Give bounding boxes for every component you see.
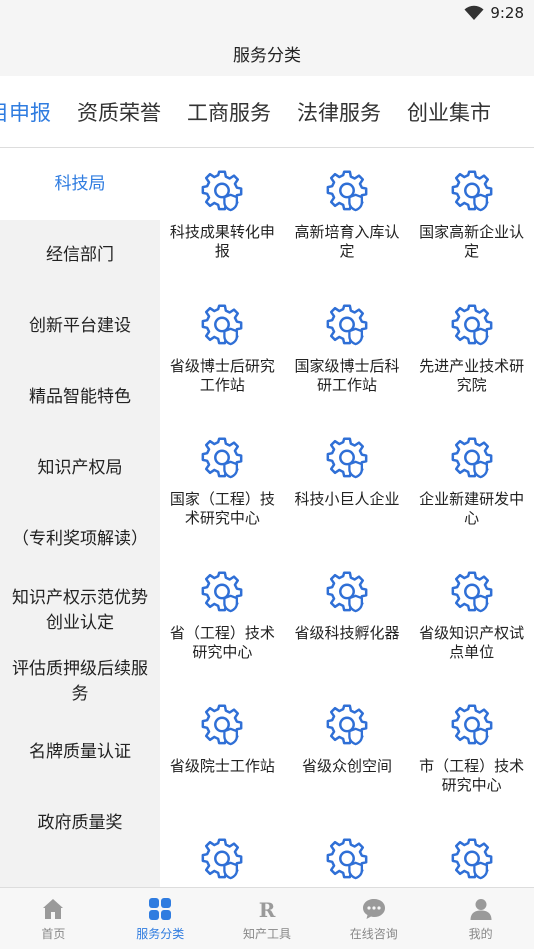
- sidebar-item-pledge-service[interactable]: 评估质押级后续服务: [0, 646, 160, 717]
- bottom-nav: 首页 服务分类 R 知产工具 在线咨询 我的: [0, 887, 534, 949]
- service-item[interactable]: 企业新建研发中心: [409, 430, 534, 564]
- service-item-label: 市（工程）技术研究中心: [419, 757, 525, 794]
- sidebar: 科技局 经信部门 创新平台建设 精品智能特色 知识产权局 （专利奖项解读） 知识…: [0, 149, 160, 887]
- gear-shield-icon: [201, 838, 243, 879]
- service-item[interactable]: 省级院士工作站: [160, 697, 285, 831]
- service-item[interactable]: [160, 831, 285, 888]
- gear-shield-icon: [451, 838, 493, 879]
- service-item[interactable]: 省级科技孵化器: [285, 564, 410, 698]
- gear-shield-icon: [201, 304, 243, 345]
- nav-service-category[interactable]: 服务分类: [107, 888, 214, 949]
- gear-shield-icon: [326, 838, 368, 879]
- gear-shield-icon: [451, 170, 493, 212]
- service-item-label: 科技小巨人企业: [294, 490, 400, 508]
- page-title: 服务分类: [233, 45, 301, 66]
- tab-legal[interactable]: 法律服务: [297, 97, 381, 127]
- gear-shield-icon: [326, 704, 368, 746]
- tab-qualification[interactable]: 资质荣誉: [77, 97, 161, 127]
- service-item-label: 省级院士工作站: [169, 757, 275, 775]
- content-area: 科技局 经信部门 创新平台建设 精品智能特色 知识产权局 （专利奖项解读） 知识…: [0, 149, 534, 887]
- service-item-label: 先进产业技术研究院: [419, 356, 525, 394]
- gear-shield-icon: [451, 571, 493, 612]
- nav-mine[interactable]: 我的: [427, 888, 534, 949]
- service-item-label: 国家（工程）技术研究中心: [169, 490, 275, 527]
- gear-shield-icon: [326, 437, 368, 479]
- sidebar-item-economy[interactable]: 经信部门: [0, 220, 160, 291]
- service-item-label: 省级博士后研究工作站: [169, 356, 275, 394]
- sidebar-item-patent-award[interactable]: （专利奖项解读）: [0, 504, 160, 575]
- service-item[interactable]: 国家（工程）技术研究中心: [160, 430, 285, 564]
- grid-icon: [149, 897, 172, 920]
- gear-shield-icon: [201, 704, 243, 746]
- service-item[interactable]: 省级众创空间: [285, 697, 410, 831]
- sidebar-item-more[interactable]: [0, 859, 160, 887]
- gear-shield-icon: [451, 304, 493, 345]
- service-item-label: 高新培育入库认定: [294, 223, 400, 260]
- service-item-label: 企业新建研发中心: [419, 490, 525, 527]
- home-icon: [43, 898, 64, 919]
- sidebar-item-ip-demo[interactable]: 知识产权示范优势创业认定: [0, 575, 160, 646]
- service-item-label: 国家高新企业认定: [419, 223, 525, 260]
- service-item-label: 国家级博士后科研工作站: [294, 356, 400, 394]
- service-item-label: 省级科技孵化器: [294, 623, 400, 642]
- service-item-label: 科技成果转化申报: [169, 223, 275, 260]
- title-bar: 服务分类: [0, 30, 534, 76]
- sidebar-item-gov-quality-award[interactable]: 政府质量奖: [0, 788, 160, 859]
- nav-ip-tools[interactable]: R 知产工具: [214, 888, 321, 949]
- service-item[interactable]: 省（工程）技术研究中心: [160, 564, 285, 698]
- service-item[interactable]: 高新培育入库认定: [285, 163, 410, 297]
- tab-business[interactable]: 工商服务: [187, 97, 271, 127]
- nav-online-consult[interactable]: 在线咨询: [320, 888, 427, 949]
- gear-shield-icon: [451, 437, 493, 479]
- svg-text:R: R: [259, 898, 276, 922]
- sidebar-item-ip-bureau[interactable]: 知识产权局: [0, 433, 160, 504]
- sidebar-item-science-bureau[interactable]: 科技局: [0, 149, 160, 220]
- service-item[interactable]: 省级知识产权试点单位: [409, 564, 534, 698]
- nav-home[interactable]: 首页: [0, 888, 107, 949]
- wifi-icon: [464, 5, 484, 20]
- tab-market[interactable]: 创业集市: [407, 97, 491, 127]
- service-item[interactable]: [285, 831, 410, 888]
- service-item-label: 省级众创空间: [301, 757, 392, 775]
- gear-shield-icon: [201, 170, 243, 212]
- service-item[interactable]: [409, 831, 534, 888]
- sidebar-item-smart-special[interactable]: 精品智能特色: [0, 362, 160, 433]
- sidebar-item-brand-quality[interactable]: 名牌质量认证: [0, 717, 160, 788]
- gear-shield-icon: [326, 304, 368, 345]
- user-icon: [470, 898, 492, 920]
- gear-shield-icon: [201, 437, 243, 479]
- tab-project-apply[interactable]: 目申报: [0, 97, 51, 127]
- service-item[interactable]: 省级博士后研究工作站: [160, 297, 285, 431]
- gear-shield-icon: [201, 571, 243, 612]
- status-indicators: 9:28: [464, 4, 524, 22]
- service-item[interactable]: 科技成果转化申报: [160, 163, 285, 297]
- chat-icon: [362, 898, 385, 919]
- category-tabs: 目申报 资质荣誉 工商服务 法律服务 创业集市: [0, 76, 534, 148]
- status-bar: 9:28: [0, 0, 534, 30]
- sidebar-item-innovation-platform[interactable]: 创新平台建设: [0, 291, 160, 362]
- r-icon: R: [259, 898, 276, 922]
- gear-shield-icon: [451, 704, 493, 746]
- service-item[interactable]: 科技小巨人企业: [285, 430, 410, 564]
- status-time: 9:28: [490, 4, 524, 22]
- service-grid: 科技成果转化申报 高新培育入库认定 国家高新企业认定 省级博士后研究工作站 国家…: [160, 149, 534, 887]
- service-item[interactable]: 先进产业技术研究院: [409, 297, 534, 431]
- service-item-label: 省（工程）技术研究中心: [169, 623, 275, 661]
- gear-shield-icon: [326, 571, 368, 612]
- gear-shield-icon: [326, 170, 368, 212]
- service-item-label: 省级知识产权试点单位: [419, 623, 525, 661]
- service-item[interactable]: 国家级博士后科研工作站: [285, 297, 410, 431]
- service-item[interactable]: 市（工程）技术研究中心: [409, 697, 534, 831]
- service-item[interactable]: 国家高新企业认定: [409, 163, 534, 297]
